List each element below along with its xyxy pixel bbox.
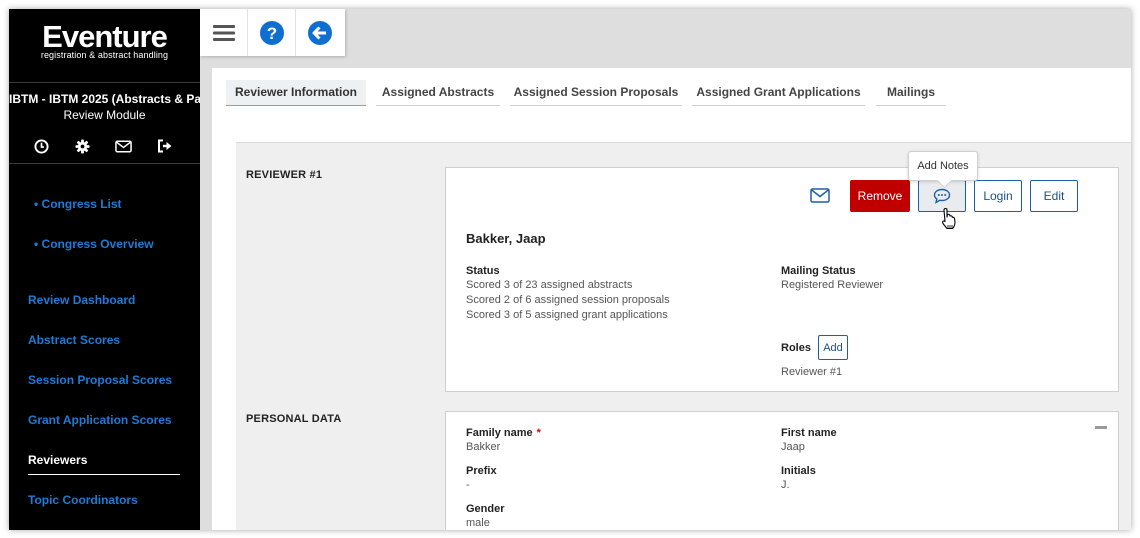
reviewer-name: Bakker, Jaap bbox=[466, 231, 546, 246]
add-notes-tooltip: Add Notes bbox=[908, 151, 978, 181]
prefix-value: - bbox=[466, 479, 470, 491]
main-content: Reviewer Information Assigned Abstracts … bbox=[212, 68, 1131, 530]
help-button[interactable]: ? bbox=[248, 9, 296, 56]
tab-mailings[interactable]: Mailings bbox=[876, 80, 946, 106]
sidebar-link-congress-overview[interactable]: • Congress Overview bbox=[34, 237, 154, 251]
top-toolbar: ? bbox=[200, 9, 345, 56]
app-window: Eventure registration & abstract handlin… bbox=[9, 9, 1131, 530]
sidebar-divider bbox=[9, 82, 200, 83]
congress-name: IBTM - IBTM 2025 (Abstracts & Par... bbox=[9, 92, 200, 106]
edit-button[interactable]: Edit bbox=[1030, 180, 1078, 212]
mail-icon[interactable] bbox=[113, 137, 134, 155]
back-arrow-icon bbox=[308, 20, 332, 45]
hand-cursor-icon bbox=[941, 207, 957, 236]
mailing-status-label: Mailing Status bbox=[781, 265, 856, 277]
roles-label: Roles bbox=[781, 342, 811, 354]
roles-value: Reviewer #1 bbox=[781, 366, 843, 378]
sidebar-link-reviewers[interactable]: Reviewers bbox=[28, 453, 87, 467]
collapse-icon[interactable] bbox=[1095, 426, 1107, 429]
initials-value: J. bbox=[781, 479, 790, 491]
back-button[interactable] bbox=[296, 9, 344, 56]
personal-data-panel: Family name * Bakker First name Jaap Pref… bbox=[445, 411, 1119, 530]
clock-icon[interactable] bbox=[31, 137, 52, 155]
mail-icon[interactable] bbox=[810, 188, 830, 208]
remove-button[interactable]: Remove bbox=[850, 180, 910, 212]
gender-value: male bbox=[466, 517, 490, 529]
gear-icon[interactable] bbox=[72, 137, 93, 155]
sidebar-link-congress-list[interactable]: • Congress List bbox=[34, 197, 122, 211]
active-item-underline bbox=[28, 474, 180, 475]
sidebar-divider bbox=[9, 163, 200, 164]
logout-icon[interactable] bbox=[154, 137, 175, 155]
logo-subtitle: registration & abstract handling bbox=[40, 50, 169, 60]
menu-button[interactable] bbox=[200, 9, 248, 56]
sidebar-link-abstract-scores[interactable]: Abstract Scores bbox=[28, 333, 120, 347]
tab-assigned-grant-applications[interactable]: Assigned Grant Applications bbox=[692, 80, 865, 106]
tab-assigned-session-proposals[interactable]: Assigned Session Proposals bbox=[510, 80, 682, 106]
reviewer-details: REVIEWER #1 Remove Login Edit Bakker, Ja… bbox=[236, 142, 1131, 530]
sidebar: Eventure registration & abstract handlin… bbox=[9, 9, 200, 530]
tab-assigned-abstracts[interactable]: Assigned Abstracts bbox=[376, 80, 500, 106]
status-line: Scored 3 of 23 assigned abstracts bbox=[466, 279, 633, 291]
family-name-value: Bakker bbox=[466, 441, 501, 453]
personal-data-section-title: PERSONAL DATA bbox=[246, 413, 342, 425]
menu-icon bbox=[212, 24, 235, 41]
login-button[interactable]: Login bbox=[974, 180, 1022, 212]
module-name: Review Module bbox=[63, 108, 146, 122]
required-marker: * bbox=[536, 427, 541, 439]
sidebar-icon-bar bbox=[31, 137, 175, 155]
prefix-label: Prefix bbox=[466, 465, 497, 477]
logo[interactable]: Eventure registration & abstract handlin… bbox=[9, 21, 200, 60]
svg-text:?: ? bbox=[266, 24, 276, 43]
add-role-button[interactable]: Add bbox=[818, 335, 848, 360]
status-label: Status bbox=[466, 265, 500, 277]
gender-label: Gender bbox=[466, 503, 505, 515]
sidebar-link-session-proposal-scores[interactable]: Session Proposal Scores bbox=[28, 373, 172, 387]
help-icon: ? bbox=[259, 20, 284, 45]
sidebar-link-topic-coordinators[interactable]: Topic Coordinators bbox=[28, 493, 138, 507]
first-name-value: Jaap bbox=[781, 441, 805, 453]
logo-title: Eventure bbox=[42, 19, 168, 54]
comment-icon bbox=[933, 188, 951, 204]
sidebar-link-review-dashboard[interactable]: Review Dashboard bbox=[28, 293, 135, 307]
reviewer-panel: Remove Login Edit Bakker, Jaap Status Sc… bbox=[445, 167, 1119, 392]
reviewer-section-title: REVIEWER #1 bbox=[246, 169, 323, 181]
initials-label: Initials bbox=[781, 465, 816, 477]
status-line: Scored 3 of 5 assigned grant application… bbox=[466, 309, 668, 321]
first-name-label: First name bbox=[781, 427, 837, 439]
mailing-status-value: Registered Reviewer bbox=[781, 279, 884, 291]
family-name-label: Family name * bbox=[466, 427, 541, 439]
tab-reviewer-information[interactable]: Reviewer Information bbox=[226, 80, 366, 106]
status-line: Scored 2 of 6 assigned session proposals bbox=[466, 294, 670, 306]
sidebar-link-grant-application-scores[interactable]: Grant Application Scores bbox=[28, 413, 172, 427]
